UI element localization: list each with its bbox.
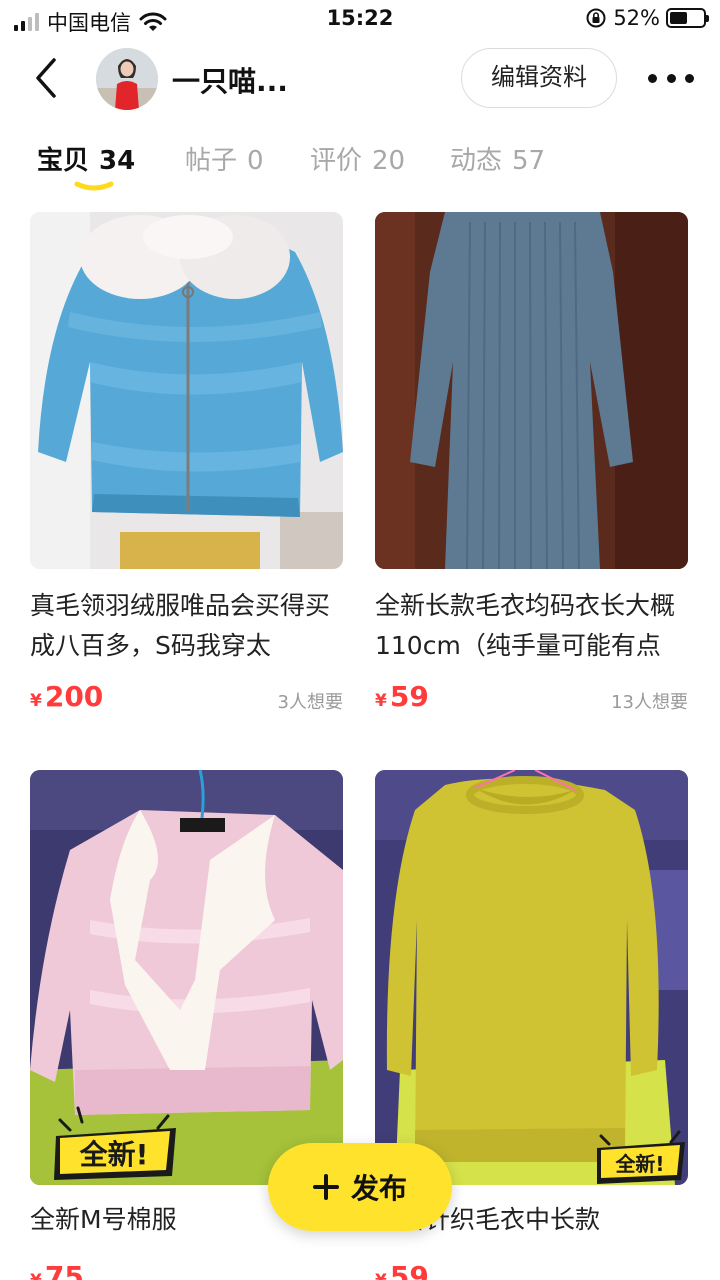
back-button[interactable]	[28, 56, 68, 100]
product-card[interactable]: 真毛领羽绒服唯品会买得买成八百多，S码我穿太 ¥200 3人想要	[30, 212, 343, 732]
tab-count: 57	[512, 146, 546, 176]
price-value: 75	[44, 1260, 84, 1280]
currency-symbol: ¥	[375, 691, 387, 711]
plus-icon	[312, 1174, 339, 1200]
tab-count: 34	[99, 146, 136, 176]
product-card[interactable]: 全新长款毛衣均码衣长大概110cm（纯手量可能有点 ¥59 13人想要	[375, 212, 688, 732]
profile-header: 一只喵... 编辑资料	[0, 40, 720, 116]
product-image	[375, 212, 688, 569]
tab-label: 评价	[310, 146, 363, 176]
price-value: 59	[389, 1260, 429, 1280]
currency-symbol: ¥	[30, 691, 42, 711]
tab-label: 动态	[450, 146, 503, 176]
price-value: 59	[389, 680, 429, 713]
nickname: 一只喵...	[172, 65, 288, 98]
status-bar: 中国电信 15:22 52%	[0, 0, 720, 38]
product-grid: 真毛领羽绒服唯品会买得买成八百多，S码我穿太 ¥200 3人想要 全新长款毛衣均…	[0, 212, 720, 1280]
tab-label: 帖子	[185, 146, 238, 176]
currency-symbol: ¥	[30, 1271, 42, 1280]
active-tab-indicator	[74, 181, 114, 191]
more-button[interactable]	[648, 64, 694, 92]
tab-items[interactable]: 宝贝 34	[37, 140, 135, 177]
tab-posts[interactable]: 帖子 0	[185, 140, 264, 177]
back-icon	[36, 58, 56, 98]
rotation-lock-icon	[586, 8, 606, 28]
badge-label: 全新!	[614, 1152, 664, 1176]
avatar[interactable]	[96, 48, 158, 110]
tab-count: 20	[372, 146, 406, 176]
edit-profile-button[interactable]: 编辑资料	[461, 48, 617, 108]
tab-label: 宝贝	[37, 146, 90, 176]
product-price: ¥59	[375, 680, 429, 713]
product-image	[30, 212, 343, 569]
tab-reviews[interactable]: 评价 20	[310, 140, 405, 177]
product-price: ¥59	[375, 1260, 429, 1280]
product-price: ¥200	[30, 680, 103, 713]
currency-symbol: ¥	[375, 1271, 387, 1280]
product-title: 真毛领羽绒服唯品会买得买成八百多，S码我穿太	[30, 591, 331, 660]
badge-label: 全新!	[79, 1138, 149, 1171]
battery-icon	[666, 8, 709, 28]
publish-button[interactable]: 发布	[268, 1143, 452, 1231]
tab-activity[interactable]: 动态 57	[450, 140, 545, 177]
new-badge: 全新!	[54, 1106, 176, 1180]
profile-tabs: 宝贝 34 帖子 0 评价 20 动态 57	[0, 130, 720, 200]
tab-count: 0	[247, 146, 264, 176]
want-count: 13人想要	[611, 692, 688, 713]
price-value: 200	[44, 680, 104, 713]
battery-percent: 52%	[613, 6, 660, 30]
publish-label: 发布	[350, 1172, 407, 1205]
want-count: 3人想要	[277, 692, 343, 713]
more-icon	[648, 73, 657, 83]
product-price: ¥75	[30, 1260, 84, 1280]
product-title: 全新长款毛衣均码衣长大概110cm（纯手量可能有点	[375, 591, 676, 660]
status-right: 52%	[585, 6, 709, 30]
new-badge: 全新!	[597, 1130, 685, 1184]
